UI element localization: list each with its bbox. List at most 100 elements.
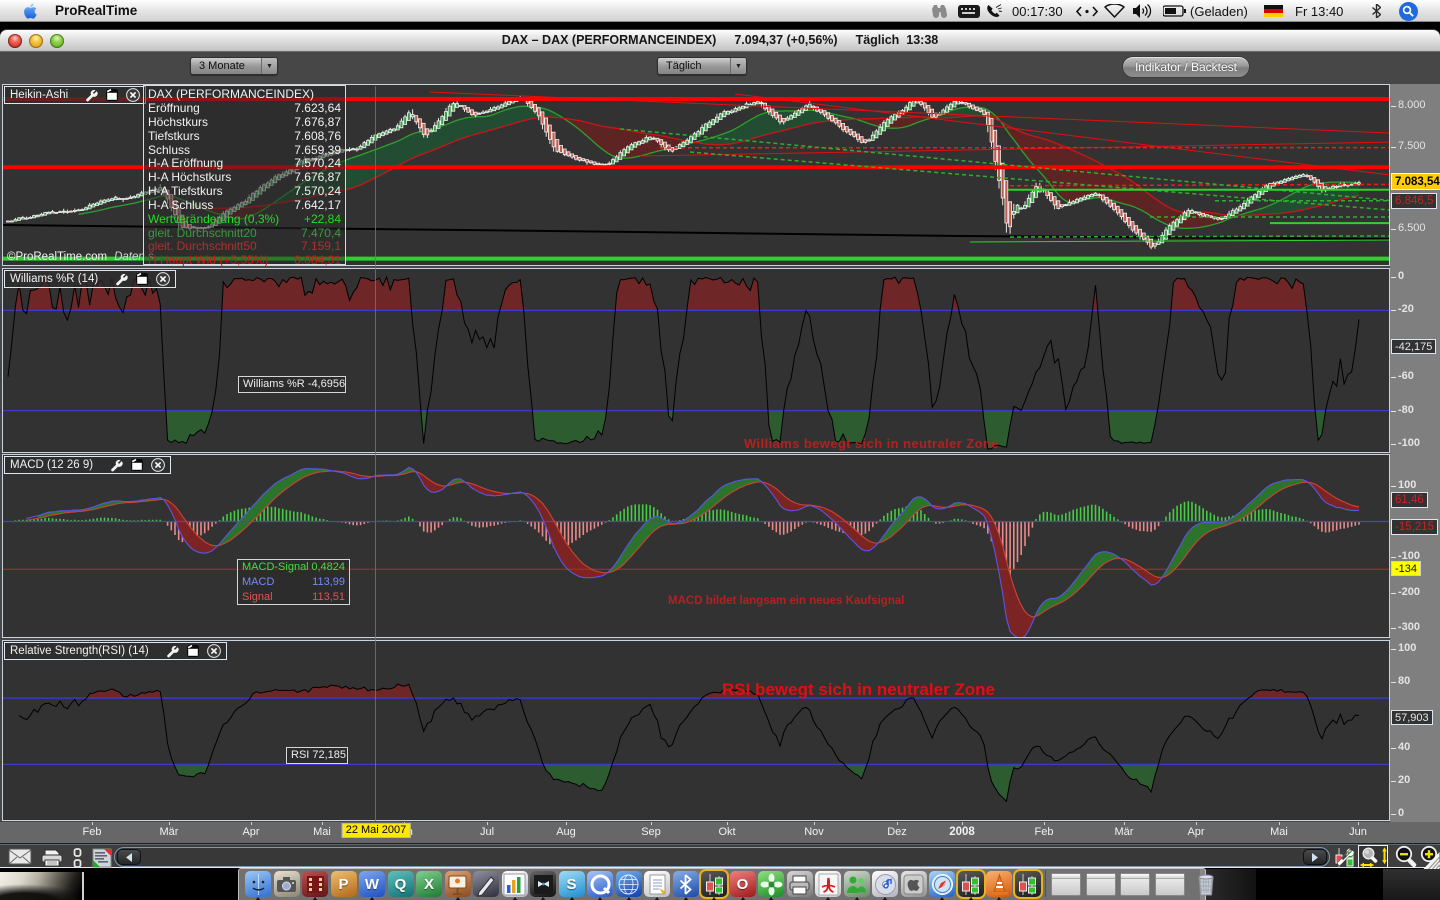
dock-item-ink[interactable] [473, 871, 499, 897]
dock-item-flower[interactable] [758, 871, 784, 900]
close-panel-icon[interactable] [156, 272, 171, 286]
dock-item-bluetooth[interactable] [672, 871, 699, 900]
window-resize-grip[interactable] [1423, 852, 1440, 869]
airport-icon[interactable] [1104, 0, 1125, 22]
zoom-drag-tool[interactable] [1358, 845, 1388, 868]
print-icon[interactable] [40, 848, 64, 867]
rsi-chart-canvas[interactable] [3, 641, 1389, 820]
apple-menu-icon[interactable] [23, 3, 38, 19]
dock-item-itunes[interactable] [872, 871, 898, 900]
dock-item-acrobat[interactable] [815, 871, 841, 900]
dock-item-quark[interactable]: Q [387, 871, 414, 897]
dock-item-apple-box[interactable] [900, 871, 927, 897]
dock-item-iphoto[interactable] [273, 871, 300, 897]
dock-item-proreal-2[interactable] [955, 869, 986, 900]
volume-icon[interactable] [1133, 0, 1153, 22]
flag-de-icon[interactable] [1264, 0, 1283, 22]
dock-item-quicktime[interactable] [587, 871, 613, 900]
link-icon[interactable] [72, 848, 83, 868]
dock-item-suit[interactable] [530, 871, 556, 900]
williams-chart-canvas[interactable] [3, 269, 1389, 452]
dock-minimized-window[interactable] [1085, 873, 1116, 896]
dock[interactable]: PWQX S O [238, 868, 1214, 900]
close-panel-icon[interactable] [151, 458, 165, 472]
binoculars-icon[interactable] [930, 0, 948, 22]
dock-trash[interactable] [1193, 871, 1219, 896]
menu-datetime[interactable]: Fr 13:40 [1295, 0, 1343, 22]
williams-value-tooltip: Williams %R -4,6956 [238, 376, 346, 393]
chart-settings-icon[interactable] [1334, 847, 1356, 869]
menu-app-name[interactable]: ProRealTime [55, 3, 137, 18]
panel-macd[interactable]: MACD (12 26 9) MACD-Signal 0,4824 MACD 113,… [2, 454, 1390, 638]
scroll-right-button[interactable] [1303, 849, 1327, 865]
dock-item-proreal-3[interactable] [1012, 869, 1043, 899]
window-title-bar[interactable]: DAX – DAX (PERFORMANCEINDEX) 7.094,37 (+0… [0, 30, 1440, 52]
dock-item-opera[interactable]: O [729, 871, 756, 900]
orb-icon [616, 871, 642, 897]
wrench-icon[interactable] [85, 89, 98, 102]
dock-item-word[interactable]: W [359, 871, 385, 900]
P-icon: P [338, 875, 349, 893]
wrench-icon[interactable] [166, 645, 179, 658]
panel-rsi[interactable]: Relative Strength(RSI) (14) RSI 72,185 R… [2, 640, 1390, 821]
dock-minimized-window[interactable] [1051, 873, 1081, 896]
dock-minimized-window[interactable] [1120, 873, 1150, 896]
phone-icon[interactable] [986, 0, 1002, 22]
menu-clock[interactable]: 00:17:30 [1012, 0, 1063, 22]
month-tick [1124, 822, 1125, 825]
wrench-icon[interactable] [115, 273, 128, 286]
panel-heikin-ashi[interactable]: Heikin-Ashi ©ProRealTime.com Daten s DAX … [2, 84, 1390, 267]
scroll-left-button[interactable] [117, 849, 141, 865]
X-icon: X [423, 875, 434, 893]
dock-item-safari[interactable] [929, 871, 955, 900]
dock-item-keynote[interactable] [444, 871, 471, 900]
bluetooth-icon[interactable] [1372, 0, 1381, 22]
desktop-wallpaper-photo [0, 872, 84, 900]
horizontal-scrollbar[interactable] [114, 847, 1330, 867]
dock-item-skype[interactable]: S [558, 871, 585, 900]
face-icon [245, 871, 271, 897]
close-panel-icon[interactable] [126, 88, 141, 102]
month-label: Okt [718, 826, 736, 838]
spotlight-icon[interactable] [1399, 0, 1418, 22]
dock-item-frontrow[interactable] [302, 871, 328, 900]
panel-title: Heikin-Ashi [10, 89, 69, 101]
dock-item-printer[interactable] [786, 871, 813, 897]
dock-minimized-window[interactable] [1154, 873, 1185, 896]
bars-icon [502, 871, 528, 897]
keyboard-icon[interactable] [958, 0, 980, 22]
indicator-backtest-button[interactable]: Indikator / Backtest [1122, 56, 1250, 78]
dock-item-notes[interactable] [644, 871, 670, 900]
dock-item-vlc[interactable] [986, 871, 1012, 900]
window-copy-icon[interactable] [105, 88, 119, 102]
application-window: DAX – DAX (PERFORMANCEINDEX) 7.094,37 (+0… [0, 30, 1440, 869]
dock-item-chart[interactable] [501, 871, 528, 900]
range-dropdown[interactable]: 3 Monate ▼ [190, 57, 278, 75]
dock-item-finder[interactable] [245, 871, 271, 900]
time-axis[interactable]: Feb Mär Apr Mai Jun Jul Aug Sep Okt Nov Dez 2008 Feb… [0, 822, 1440, 843]
period-dropdown[interactable]: Täglich ▼ [657, 57, 747, 75]
dock-item-excel[interactable]: X [416, 871, 442, 897]
mail-icon[interactable] [8, 848, 32, 865]
panel-williams[interactable]: Williams %R (14) Williams %R -4,6956 Wil… [2, 268, 1390, 453]
macd-chart-canvas[interactable] [3, 455, 1389, 637]
battery-status[interactable]: (Geladen) [1190, 0, 1248, 22]
dock-item-proreal-1[interactable] [699, 869, 729, 900]
window-copy-icon[interactable] [130, 458, 144, 472]
close-panel-icon[interactable] [206, 644, 221, 658]
report-icon[interactable] [92, 848, 112, 868]
wrench-icon[interactable] [110, 459, 123, 472]
printer-icon [787, 871, 813, 897]
window-copy-icon[interactable] [135, 272, 149, 286]
battery-icon[interactable] [1163, 0, 1186, 22]
month-tick [1358, 822, 1359, 825]
window-copy-icon[interactable] [186, 644, 200, 658]
dock-item-pages[interactable]: P [330, 871, 357, 897]
month-tick [487, 822, 488, 825]
info-row: H-A Eröffnung 7.570,24 [148, 156, 341, 171]
info-row: Eröffnung 7.623,64 [148, 101, 341, 115]
dock-item-ichat-people[interactable] [843, 871, 870, 900]
macd-signal-tag: -15,215 [1391, 518, 1439, 535]
arrows-icon[interactable] [1076, 0, 1098, 22]
dock-item-globe[interactable] [615, 871, 642, 900]
